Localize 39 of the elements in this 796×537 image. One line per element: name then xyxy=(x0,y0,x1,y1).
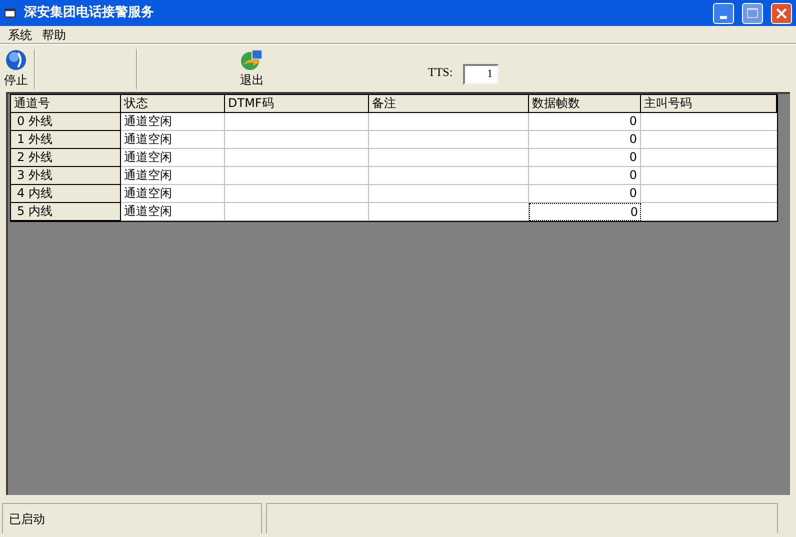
column-header[interactable]: 主叫号码 xyxy=(641,95,777,113)
table-cell: 通道空闲 xyxy=(121,149,225,167)
table-cell: 0 xyxy=(529,167,641,185)
row-header: 2 外线 xyxy=(11,149,121,167)
table-cell: 通道空闲 xyxy=(121,203,225,221)
table-cell: 0 xyxy=(529,203,641,221)
minimize-button[interactable] xyxy=(713,2,734,24)
row-header: 3 外线 xyxy=(11,167,121,185)
table-cell: 通道空闲 xyxy=(121,167,225,185)
column-header[interactable]: 备注 xyxy=(369,95,529,113)
menu-item[interactable]: 系统 xyxy=(8,26,32,44)
status-panel: 已启动 xyxy=(2,503,262,533)
close-button[interactable] xyxy=(771,2,792,24)
row-header: 1 外线 xyxy=(11,131,121,149)
table-cell: 通道空闲 xyxy=(121,113,225,131)
orb-icon xyxy=(5,48,27,70)
table-cell: 通道空闲 xyxy=(121,185,225,203)
maximize-button[interactable] xyxy=(742,2,763,24)
table-cell: 通道空闲 xyxy=(121,131,225,149)
row-header: 4 内线 xyxy=(11,185,121,203)
column-header[interactable]: 数据帧数 xyxy=(529,95,641,113)
toolbar-button[interactable]: 退出 xyxy=(236,48,268,88)
tts-label: TTS: xyxy=(428,64,453,80)
toolbar-button[interactable]: 停止 xyxy=(0,48,32,88)
menu-item[interactable]: 帮助 xyxy=(42,26,66,44)
table-cell: 0 xyxy=(529,131,641,149)
row-header: 0 外线 xyxy=(11,113,121,131)
globe-arrow-icon xyxy=(240,48,264,70)
column-header[interactable]: 状态 xyxy=(121,95,225,113)
close-icon xyxy=(776,8,787,18)
table-cell: 0 xyxy=(529,113,641,131)
table-cell: 0 xyxy=(529,185,641,203)
column-header[interactable]: DTMF码 xyxy=(225,95,369,113)
row-header: 5 内线 xyxy=(11,203,121,221)
tts-field[interactable]: 1 xyxy=(462,64,499,85)
column-header[interactable]: 通道号 xyxy=(11,95,121,113)
window-title: 深安集团电话接警服务 xyxy=(24,4,155,22)
window-icon xyxy=(4,7,16,19)
table-cell: 0 xyxy=(529,149,641,167)
